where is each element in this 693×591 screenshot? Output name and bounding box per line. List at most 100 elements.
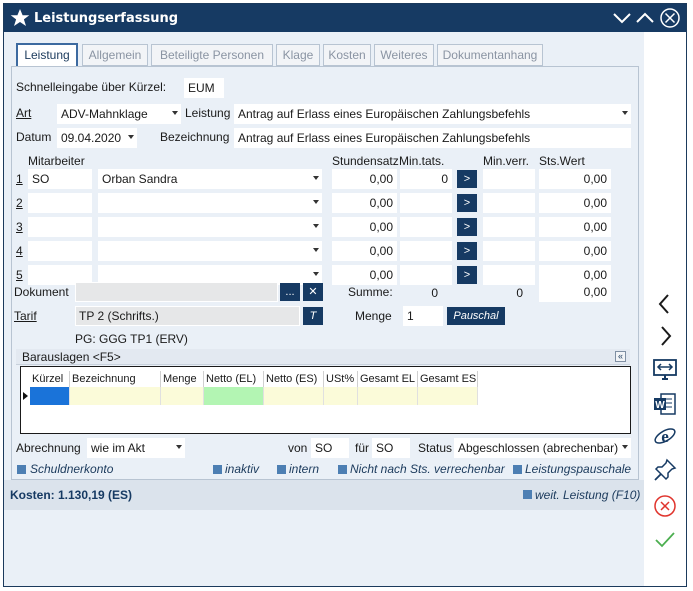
- stundensatz-input[interactable]: 0,00: [332, 169, 397, 189]
- checkbox-icon[interactable]: [523, 490, 532, 499]
- mitarbeiter-code-input[interactable]: [28, 193, 92, 213]
- maximize-icon[interactable]: [634, 7, 656, 29]
- chevron-down-icon[interactable]: [313, 200, 319, 204]
- stswert-input[interactable]: 0,00: [539, 193, 611, 213]
- chevron-down-icon[interactable]: [313, 248, 319, 252]
- stundensatz-input[interactable]: 0,00: [332, 217, 397, 237]
- chevron-left-icon[interactable]: [653, 292, 677, 316]
- column-header-gesamt-el[interactable]: Gesamt EL: [358, 371, 418, 387]
- column-header-netto-el[interactable]: Netto (EL): [204, 371, 264, 387]
- chevron-down-icon[interactable]: [172, 111, 178, 115]
- minverr-input[interactable]: [483, 241, 535, 261]
- internet-explorer-icon[interactable]: e: [653, 424, 677, 448]
- checkbox-icon[interactable]: [213, 465, 222, 474]
- tab-allgemein[interactable]: Allgemein: [82, 44, 148, 66]
- transfer-button[interactable]: >: [457, 242, 477, 260]
- checkbox-icon[interactable]: [513, 465, 522, 474]
- minverr-input[interactable]: [483, 217, 535, 237]
- chevron-down-icon[interactable]: [622, 445, 628, 449]
- cell-netto-el[interactable]: [204, 387, 264, 405]
- chevron-down-icon[interactable]: [313, 176, 319, 180]
- stswert-input[interactable]: 0,00: [539, 241, 611, 261]
- chevron-down-icon[interactable]: [313, 224, 319, 228]
- stundensatz-input[interactable]: 0,00: [332, 241, 397, 261]
- chevron-down-icon[interactable]: [176, 445, 182, 449]
- dokument-input[interactable]: [75, 282, 278, 302]
- column-header-menge[interactable]: Menge: [161, 371, 204, 387]
- tab-beteiligte-personen[interactable]: Beteiligte Personen: [151, 44, 273, 66]
- barauslagen-table[interactable]: Kürzel Bezeichnung Menge Netto (EL) Nett…: [20, 366, 631, 434]
- weit-leistung-label[interactable]: weit. Leistung (F10): [535, 488, 640, 502]
- column-header-gesamt-es[interactable]: Gesamt ES: [418, 371, 478, 387]
- mitarbeiter-code-input[interactable]: [28, 241, 92, 261]
- schnelleingabe-input[interactable]: EUM: [184, 78, 224, 98]
- confirm-icon[interactable]: [653, 528, 677, 552]
- mintats-input[interactable]: 0: [400, 169, 452, 189]
- pauschal-button[interactable]: Pauschal: [447, 307, 505, 325]
- screen-swap-icon[interactable]: [653, 358, 677, 382]
- mintats-input[interactable]: [400, 217, 452, 237]
- cell-gesamt-el[interactable]: [358, 387, 418, 405]
- mintats-input[interactable]: [400, 193, 452, 213]
- dokument-clear-button[interactable]: ✕: [303, 283, 323, 301]
- mintats-input[interactable]: [400, 265, 452, 285]
- checkmark-icon[interactable]: [17, 465, 26, 474]
- cell-gesamt-es[interactable]: [418, 387, 478, 405]
- stundensatz-input[interactable]: 0,00: [332, 265, 397, 285]
- tab-weiteres[interactable]: Weiteres: [374, 44, 434, 66]
- word-icon[interactable]: W: [653, 392, 677, 416]
- transfer-button[interactable]: >: [457, 194, 477, 212]
- mitarbeiter-name-select[interactable]: [98, 193, 322, 213]
- chevron-right-icon[interactable]: [653, 324, 677, 348]
- mitarbeiter-name-select[interactable]: [98, 217, 322, 237]
- collapse-icon[interactable]: «: [615, 351, 626, 362]
- von-input[interactable]: SO: [311, 438, 349, 458]
- fuer-input[interactable]: SO: [372, 438, 410, 458]
- minverr-input[interactable]: [483, 265, 535, 285]
- chevron-down-icon[interactable]: [622, 111, 628, 115]
- abrechnung-select[interactable]: wie im Akt: [87, 438, 185, 458]
- mitarbeiter-code-input[interactable]: SO: [28, 169, 92, 189]
- minverr-input[interactable]: [483, 169, 535, 189]
- tab-dokumentanhang[interactable]: Dokumentanhang: [437, 44, 543, 66]
- mintats-input[interactable]: [400, 241, 452, 261]
- stswert-input[interactable]: 0,00: [539, 169, 611, 189]
- tab-leistung[interactable]: Leistung: [16, 43, 78, 67]
- bezeichnung-input[interactable]: Antrag auf Erlass eines Europäischen Zah…: [234, 128, 631, 148]
- status-select[interactable]: Abgeschlossen (abrechenbar): [454, 438, 631, 458]
- datum-input[interactable]: 09.04.2020: [57, 128, 137, 148]
- close-icon[interactable]: [658, 7, 680, 29]
- tarif-button[interactable]: T: [303, 307, 323, 325]
- tarif-input[interactable]: TP 2 (Schrifts.): [75, 306, 300, 326]
- tab-kosten[interactable]: Kosten: [323, 44, 371, 66]
- checkbox-icon[interactable]: [338, 465, 347, 474]
- mitarbeiter-code-input[interactable]: [28, 217, 92, 237]
- cell-ust[interactable]: [324, 387, 358, 405]
- checkbox-icon[interactable]: [277, 465, 286, 474]
- minimize-icon[interactable]: [611, 7, 633, 29]
- transfer-button[interactable]: >: [457, 218, 477, 236]
- stswert-input[interactable]: 0,00: [539, 217, 611, 237]
- stundensatz-input[interactable]: 0,00: [332, 193, 397, 213]
- minverr-input[interactable]: [483, 193, 535, 213]
- column-header-bezeichnung[interactable]: Bezeichnung: [70, 371, 161, 387]
- tab-klage[interactable]: Klage: [276, 44, 320, 66]
- pin-icon[interactable]: [653, 458, 677, 482]
- dokument-browse-button[interactable]: ...: [280, 283, 300, 301]
- chevron-down-icon[interactable]: [313, 272, 319, 276]
- transfer-button[interactable]: >: [457, 266, 477, 284]
- leistung-select[interactable]: Antrag auf Erlass eines Europäischen Zah…: [234, 104, 631, 124]
- art-select[interactable]: ADV-Mahnklage: [57, 104, 181, 124]
- chevron-down-icon[interactable]: [128, 135, 134, 139]
- menge-input[interactable]: 1: [403, 306, 443, 326]
- mitarbeiter-name-select[interactable]: [98, 241, 322, 261]
- column-header-netto-es[interactable]: Netto (ES): [264, 371, 324, 387]
- mitarbeiter-name-select[interactable]: Orban Sandra: [98, 169, 322, 189]
- cell-bezeichnung[interactable]: [70, 387, 161, 405]
- column-header-kuerzel[interactable]: Kürzel: [30, 371, 70, 387]
- cell-netto-es[interactable]: [264, 387, 324, 405]
- cancel-icon[interactable]: [653, 494, 677, 518]
- cell-menge[interactable]: [161, 387, 204, 405]
- transfer-button[interactable]: >: [457, 170, 477, 188]
- column-header-ust[interactable]: USt%: [324, 371, 358, 387]
